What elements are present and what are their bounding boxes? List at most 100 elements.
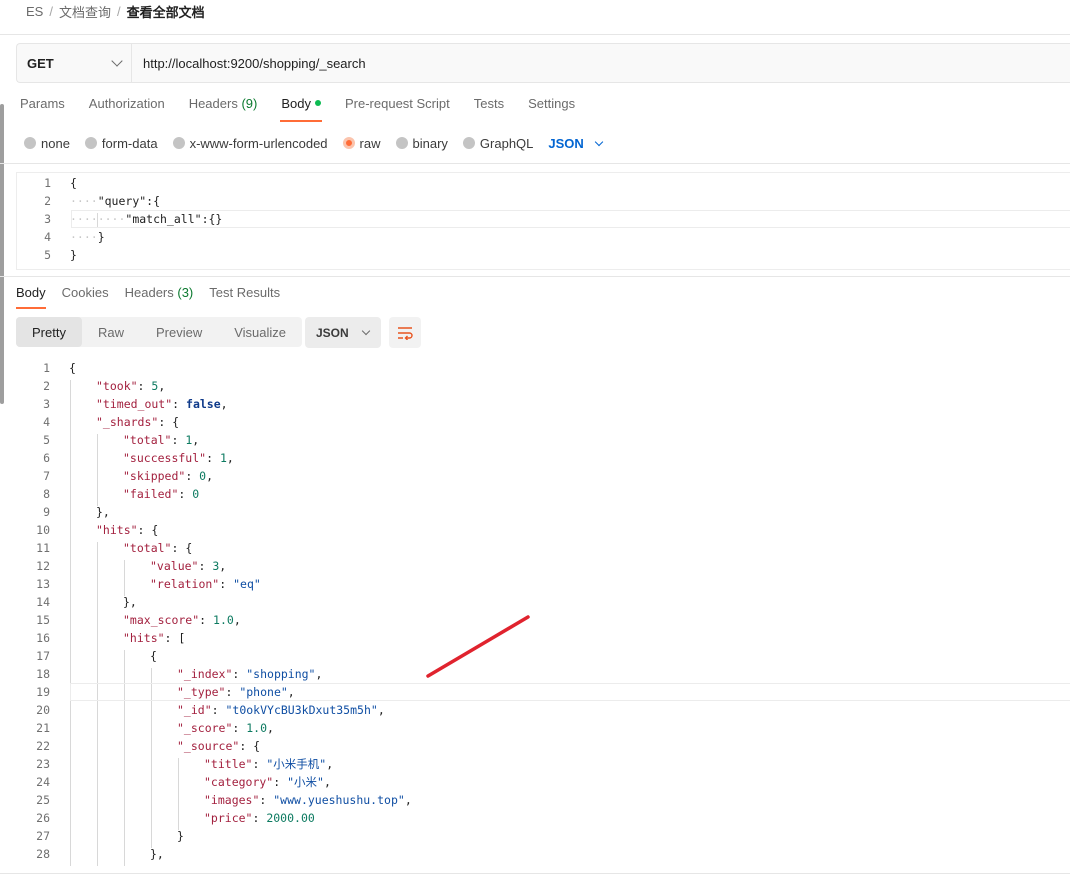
code-line: 3 "timed_out": false, [16,395,1070,413]
chevron-down-icon [111,55,123,67]
json-key: "images" [204,793,260,807]
body-type-binary[interactable]: binary [395,136,448,151]
code-punct: : [178,487,193,501]
code-text: "value": 3, [150,557,226,575]
radio-icon[interactable] [462,137,475,149]
code-line: 13 "relation": "eq" [16,575,1070,593]
radio-selected-icon[interactable] [342,137,355,149]
radio-icon[interactable] [172,137,185,149]
code-punct: , [158,379,166,393]
json-key: "price" [204,811,253,825]
view-pretty[interactable]: Pretty [16,317,82,347]
divider [0,34,1070,35]
code-punct: :{} [201,212,223,226]
wrap-lines-button[interactable] [389,317,421,348]
radio-icon[interactable] [395,137,408,149]
line-number: 10 [36,523,50,537]
headers-count: (3) [177,285,194,300]
code-punct: , [226,451,234,465]
code-text: }, [96,503,110,521]
option-label: none [41,135,70,151]
divider [0,873,1070,874]
code-text: "timed_out": false, [96,395,228,413]
code-punct: , [220,397,228,411]
json-value: { [151,523,159,537]
option-label: x-www-form-urlencoded [189,135,328,151]
body-type-raw[interactable]: raw [342,135,381,151]
url-input[interactable]: http://localhost:9200/shopping/_search [132,44,1070,82]
json-value: { [253,739,261,753]
tab-cookies[interactable]: Cookies [62,285,109,309]
code-punct: { [69,361,76,375]
raw-language-select[interactable]: JSON [548,136,604,151]
code-punct: : [219,577,234,591]
radio-icon[interactable] [24,137,36,149]
tab-body[interactable]: Body [280,96,322,122]
code-line: ····"query":{ [70,194,161,208]
json-value: "eq" [233,577,261,591]
code-text: "images": "www.yueshushu.top", [204,791,412,809]
code-punct: : [171,433,186,447]
response-format-select[interactable]: JSON [305,317,381,348]
code-punct: }, [123,595,137,609]
tab-headers[interactable]: Headers (9) [189,96,258,122]
request-tabs: Params Authorization Headers (9) Body Pr… [20,96,599,122]
code-line: 25 "images": "www.yueshushu.top", [16,791,1070,809]
tab-response-headers[interactable]: Headers (3) [125,285,194,309]
view-raw[interactable]: Raw [82,317,140,347]
json-key: "hits" [96,523,138,537]
json-key: "failed" [123,487,179,501]
code-punct: : [137,379,152,393]
code-text: "title": "小米手机", [204,755,333,773]
wrap-lines-icon [398,326,413,340]
breadcrumb-collection[interactable]: ES [26,4,43,19]
code-text: }, [150,845,164,863]
tab-authorization[interactable]: Authorization [89,96,165,122]
line-number: 17 [36,649,50,663]
request-body-editor[interactable]: 1 { 2 ····"query":{ 3 ········"match_all":{… [16,172,1070,270]
option-label: raw [359,135,381,151]
body-type-graphql[interactable]: GraphQL [462,136,533,151]
tab-pre-request-script[interactable]: Pre-request Script [345,96,450,122]
code-punct: : [273,775,288,789]
view-visualize[interactable]: Visualize [218,317,302,347]
code-text: }, [123,593,137,611]
tab-params[interactable]: Params [20,96,65,122]
tab-response-body[interactable]: Body [16,285,46,309]
line-number: 16 [36,631,50,645]
radio-icon[interactable] [84,137,97,149]
line-number: 25 [36,793,50,807]
code-line: ········"match_all":{} [70,212,223,226]
body-type-none[interactable]: none [24,136,70,151]
json-key: "value" [150,559,199,573]
body-type-urlencoded[interactable]: x-www-form-urlencoded [172,135,328,151]
tab-test-results[interactable]: Test Results [209,285,280,309]
line-number: 19 [36,685,50,699]
left-scrollbar[interactable] [0,104,4,404]
code-text: "failed": 0 [123,485,199,503]
code-punct: }, [150,847,164,861]
line-number: 6 [43,451,50,465]
method-select[interactable]: GET [17,44,132,82]
line-number: 22 [36,739,50,753]
breadcrumb-current-request[interactable]: 查看全部文档 [127,2,205,21]
json-key: "_shards" [96,415,159,429]
body-type-options: none form-data x-www-form-urlencoded raw… [24,135,604,151]
view-preview[interactable]: Preview [140,317,218,347]
body-type-form-data[interactable]: form-data [84,136,158,151]
breadcrumb-folder[interactable]: 文档查询 [59,2,111,21]
json-value: "phone" [239,685,288,699]
code-punct: , [267,721,274,735]
line-number: 2 [44,194,51,208]
code-text: "total": { [123,539,192,557]
code-line: 8 "failed": 0 [16,485,1070,503]
code-punct: : [232,721,247,735]
json-value: 0 [192,487,200,501]
code-line: 10 "hits": { [16,521,1070,539]
tab-settings[interactable]: Settings [528,96,575,122]
tab-tests[interactable]: Tests [474,96,504,122]
json-value: 1 [219,451,227,465]
divider [0,276,1070,277]
response-body-viewer[interactable]: 1{2 "took": 5, 3 "timed_out": false, 4 "_shar… [16,359,1070,869]
code-punct: : [232,667,247,681]
